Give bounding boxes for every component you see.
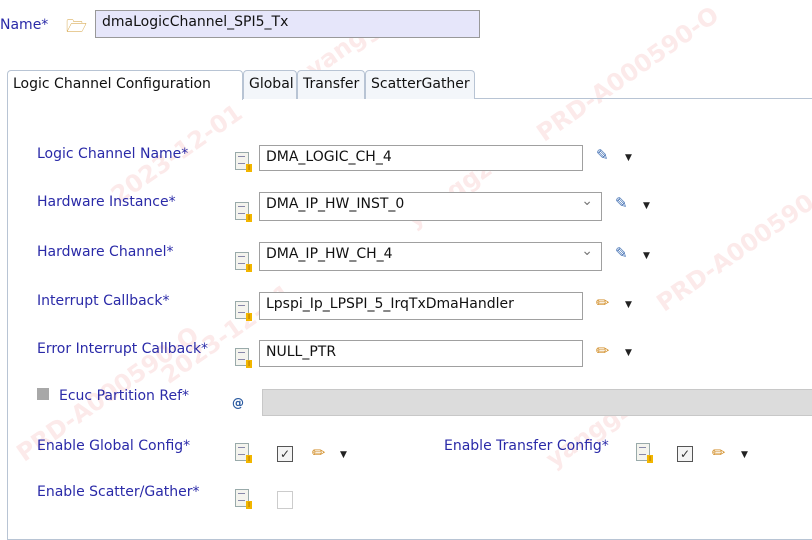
tab-global[interactable]: Global xyxy=(243,70,297,99)
parameter-doc-icon: I xyxy=(235,348,252,368)
pencil-icon[interactable]: ✏ xyxy=(712,443,725,462)
name-label: Name* xyxy=(0,17,49,33)
pencil-icon[interactable]: ✏ xyxy=(312,443,325,462)
pencil-icon[interactable]: ✏ xyxy=(596,293,609,312)
interrupt-callback-input[interactable]: Lpspi_Ip_LPSPI_5_IrqTxDmaHandler xyxy=(259,292,583,320)
parameter-doc-icon: I xyxy=(235,202,252,222)
boolean-doc-icon: I xyxy=(235,489,252,509)
enable-global-config-label: Enable Global Config* xyxy=(37,438,191,454)
enable-transfer-config-checkbox[interactable]: ✓ xyxy=(677,446,693,462)
menu-dropdown-arrow[interactable]: ▼ xyxy=(741,450,748,460)
menu-dropdown-arrow[interactable]: ▼ xyxy=(643,201,650,211)
enable-scatter-gather-label: Enable Scatter/Gather* xyxy=(37,484,200,500)
menu-dropdown-arrow[interactable]: ▼ xyxy=(625,348,632,358)
interrupt-callback-label: Interrupt Callback* xyxy=(37,293,170,309)
boolean-doc-icon: I xyxy=(235,443,252,463)
tab-scattergather[interactable]: ScatterGather xyxy=(365,70,475,99)
hardware-instance-select[interactable]: DMA_IP_HW_INST_0 xyxy=(259,192,602,221)
menu-dropdown-arrow[interactable]: ▼ xyxy=(625,153,632,163)
menu-dropdown-arrow[interactable]: ▼ xyxy=(625,300,632,310)
enable-scatter-gather-checkbox[interactable] xyxy=(277,491,293,509)
tab-transfer[interactable]: Transfer xyxy=(297,70,365,99)
optional-disabled-checkbox[interactable] xyxy=(37,388,49,400)
parameter-doc-icon: I xyxy=(235,152,252,172)
error-interrupt-callback-label: Error Interrupt Callback* xyxy=(37,341,209,357)
folder-icon[interactable]: 🗁 xyxy=(66,14,87,43)
parameter-doc-icon: I xyxy=(235,252,252,272)
logic-channel-name-label: Logic Channel Name* xyxy=(37,146,189,162)
menu-dropdown-arrow[interactable]: ▼ xyxy=(340,450,347,460)
hardware-instance-label: Hardware Instance* xyxy=(37,194,176,210)
enable-global-config-checkbox[interactable]: ✓ xyxy=(277,446,293,462)
calculate-wand-icon[interactable]: ✎ xyxy=(615,244,628,262)
hardware-channel-select[interactable]: DMA_IP_HW_CH_4 xyxy=(259,242,602,271)
name-input[interactable]: dmaLogicChannel_SPI5_Tx xyxy=(95,10,480,38)
parameter-doc-icon: I xyxy=(235,301,252,321)
ecuc-partition-ref-label: Ecuc Partition Ref* xyxy=(59,388,189,404)
enable-transfer-config-label: Enable Transfer Config* xyxy=(444,438,609,454)
logic-channel-name-input[interactable]: DMA_LOGIC_CH_4 xyxy=(259,145,583,171)
hardware-channel-label: Hardware Channel* xyxy=(37,244,174,260)
menu-dropdown-arrow[interactable]: ▼ xyxy=(643,251,650,261)
reference-icon: @ xyxy=(232,396,244,410)
boolean-doc-icon: I xyxy=(636,443,653,463)
calculate-wand-icon[interactable]: ✎ xyxy=(615,194,628,212)
error-interrupt-callback-input[interactable]: NULL_PTR xyxy=(259,340,583,367)
calculate-wand-icon[interactable]: ✎ xyxy=(596,146,609,164)
tab-logic-channel-configuration[interactable]: Logic Channel Configuration xyxy=(7,70,243,100)
ecuc-partition-ref-field xyxy=(262,389,812,416)
pencil-icon[interactable]: ✏ xyxy=(596,341,609,360)
